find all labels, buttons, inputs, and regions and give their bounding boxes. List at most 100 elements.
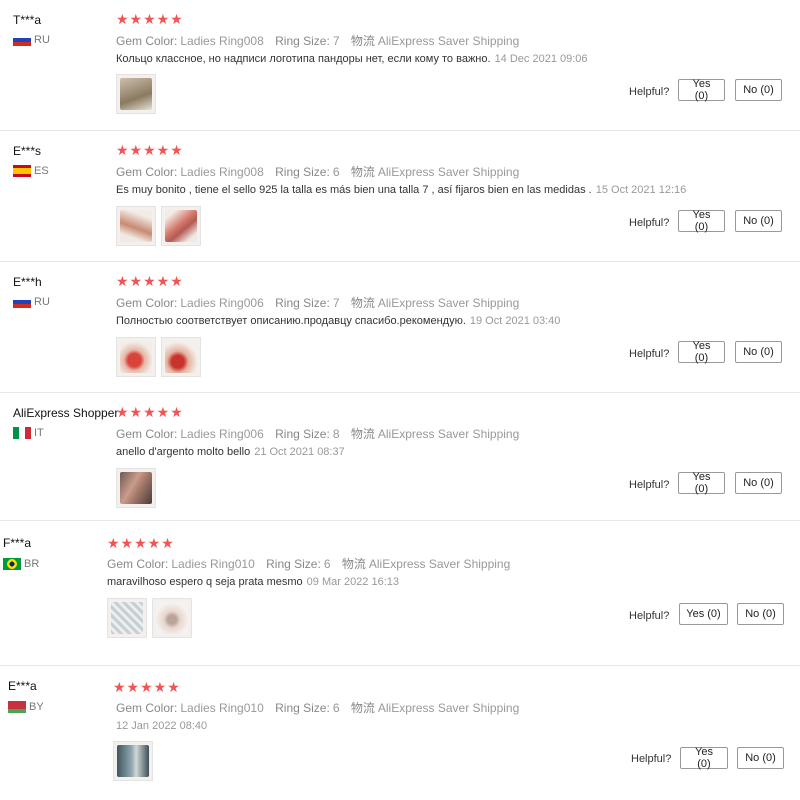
reviewer-name: E***s: [13, 144, 42, 158]
review-photo-thumbnail[interactable]: [113, 741, 153, 781]
gem-color-label: Gem Color:: [116, 34, 178, 48]
helpful-no-button[interactable]: No (0): [737, 603, 784, 625]
ring-size-value: 6: [332, 701, 340, 715]
shipping-label: 物流: [341, 557, 366, 571]
review-date: 19 Oct 2021 03:40: [469, 315, 561, 327]
country-code: BY: [29, 701, 44, 713]
helpful-yes-button[interactable]: Yes (0): [678, 209, 725, 233]
reviewer-country: IT: [13, 427, 44, 439]
review-photos: [107, 598, 192, 638]
gem-color-label: Gem Color:: [116, 165, 178, 179]
flag-it-icon: [13, 427, 31, 439]
reviewer-country: BR: [3, 558, 39, 570]
review-date: 12 Jan 2022 08:40: [116, 720, 208, 732]
review-photo-thumbnail[interactable]: [116, 337, 156, 377]
ring-size-label: Ring Size:: [275, 427, 330, 441]
gem-color-label: Gem Color:: [116, 427, 178, 441]
shipping-value: AliExpress Saver Shipping: [377, 427, 520, 441]
country-code: BR: [24, 558, 40, 570]
country-code: RU: [34, 34, 50, 46]
helpful-label: Helpful?: [629, 86, 670, 98]
helpful-no-button[interactable]: No (0): [735, 210, 782, 232]
shipping-label: 物流: [350, 165, 375, 179]
review-photo-thumbnail[interactable]: [116, 468, 156, 508]
review-sku-info: Gem Color: Ladies Ring006 Ring Size: 7 物流 A…: [116, 294, 519, 311]
flag-ru-icon: [13, 296, 31, 308]
review-photos: [113, 741, 153, 781]
helpful-yes-button[interactable]: Yes (0): [679, 603, 728, 625]
helpful-yes-button[interactable]: Yes (0): [680, 746, 728, 770]
shipping-value: AliExpress Saver Shipping: [377, 701, 520, 715]
review-comment: Es muy bonito , tiene el sello 925 la ta…: [116, 184, 686, 196]
country-code: ES: [34, 165, 49, 177]
review-photos: [116, 337, 201, 377]
gem-color-label: Gem Color:: [116, 296, 178, 310]
gem-color-label: Gem Color:: [116, 701, 178, 715]
review-sku-info: Gem Color: Ladies Ring010 Ring Size: 6 物流 A…: [116, 699, 519, 716]
country-code: IT: [34, 427, 44, 439]
gem-color-value: Ladies Ring010: [180, 701, 264, 715]
rating-stars: ★★★★★: [116, 142, 184, 158]
helpful-yes-button[interactable]: Yes (0): [678, 78, 725, 102]
reviewer-name: AliExpress Shopper: [13, 406, 119, 420]
review-item: AliExpress Shopper IT ★★★★★ Gem Color: La…: [0, 393, 800, 521]
review-comment: Кольцо классное, но надписи логотипа пан…: [116, 53, 588, 65]
ring-size-label: Ring Size:: [266, 557, 321, 571]
reviewer-country: RU: [13, 296, 50, 308]
helpful-label: Helpful?: [629, 610, 670, 622]
reviewer-name: E***a: [8, 679, 37, 693]
helpful-no-button[interactable]: No (0): [735, 79, 782, 101]
helpful-no-button[interactable]: No (0): [735, 341, 782, 363]
gem-color-label: Gem Color:: [107, 557, 169, 571]
review-photo-thumbnail[interactable]: [116, 206, 156, 246]
ring-size-value: 6: [332, 165, 340, 179]
flag-ru-icon: [13, 34, 31, 46]
review-date: 14 Dec 2021 09:06: [494, 53, 588, 65]
rating-stars: ★★★★★: [116, 11, 184, 27]
review-photos: [116, 74, 156, 114]
ring-size-label: Ring Size:: [275, 701, 330, 715]
shipping-label: 物流: [350, 427, 375, 441]
review-photo-thumbnail[interactable]: [161, 337, 201, 377]
ring-size-value: 7: [332, 34, 340, 48]
ring-size-value: 7: [332, 296, 340, 310]
review-photo-thumbnail[interactable]: [116, 74, 156, 114]
flag-by-icon: [8, 701, 26, 713]
rating-stars: ★★★★★: [116, 404, 184, 420]
ring-size-label: Ring Size:: [275, 34, 330, 48]
reviewer-country: ES: [13, 165, 49, 177]
gem-color-value: Ladies Ring010: [171, 557, 255, 571]
reviewer-name: E***h: [13, 275, 42, 289]
comment-text: maravilhoso espero q seja prata mesmo: [107, 576, 303, 588]
gem-color-value: Ladies Ring008: [180, 165, 264, 179]
review-date: 21 Oct 2021 08:37: [254, 446, 345, 458]
ring-size-value: 6: [323, 557, 331, 571]
helpful-no-button[interactable]: No (0): [735, 472, 782, 494]
review-comment: maravilhoso espero q seja prata mesmo 09 …: [107, 576, 399, 588]
review-date: 15 Oct 2021 12:16: [595, 184, 687, 196]
ring-size-label: Ring Size:: [275, 296, 330, 310]
comment-text: Кольцо классное, но надписи логотипа пан…: [116, 53, 491, 65]
review-photos: [116, 206, 201, 246]
comment-text: anello d'argento molto bello: [116, 446, 251, 458]
review-photo-thumbnail[interactable]: [161, 206, 201, 246]
review-photo-thumbnail[interactable]: [152, 598, 192, 638]
helpful-yes-button[interactable]: Yes (0): [678, 340, 725, 364]
comment-text: Полностью соответствует описанию.продавц…: [116, 315, 466, 327]
shipping-value: AliExpress Saver Shipping: [368, 557, 511, 571]
reviewer-country: BY: [8, 701, 44, 713]
shipping-value: AliExpress Saver Shipping: [377, 165, 520, 179]
ring-size-value: 8: [332, 427, 340, 441]
shipping-label: 物流: [350, 701, 375, 715]
gem-color-value: Ladies Ring006: [180, 296, 264, 310]
helpful-no-button[interactable]: No (0): [737, 747, 784, 769]
review-item: F***a BR ★★★★★ Gem Color: Ladies Ring010 …: [0, 521, 800, 666]
review-item: E***s ES ★★★★★ Gem Color: Ladies Ring008 …: [0, 131, 800, 262]
reviewer-country: RU: [13, 34, 50, 46]
review-photo-thumbnail[interactable]: [107, 598, 147, 638]
flag-br-icon: [3, 558, 21, 570]
rating-stars: ★★★★★: [113, 679, 181, 695]
helpful-yes-button[interactable]: Yes (0): [678, 471, 725, 495]
helpful-label: Helpful?: [629, 479, 670, 491]
review-photos: [116, 468, 156, 508]
